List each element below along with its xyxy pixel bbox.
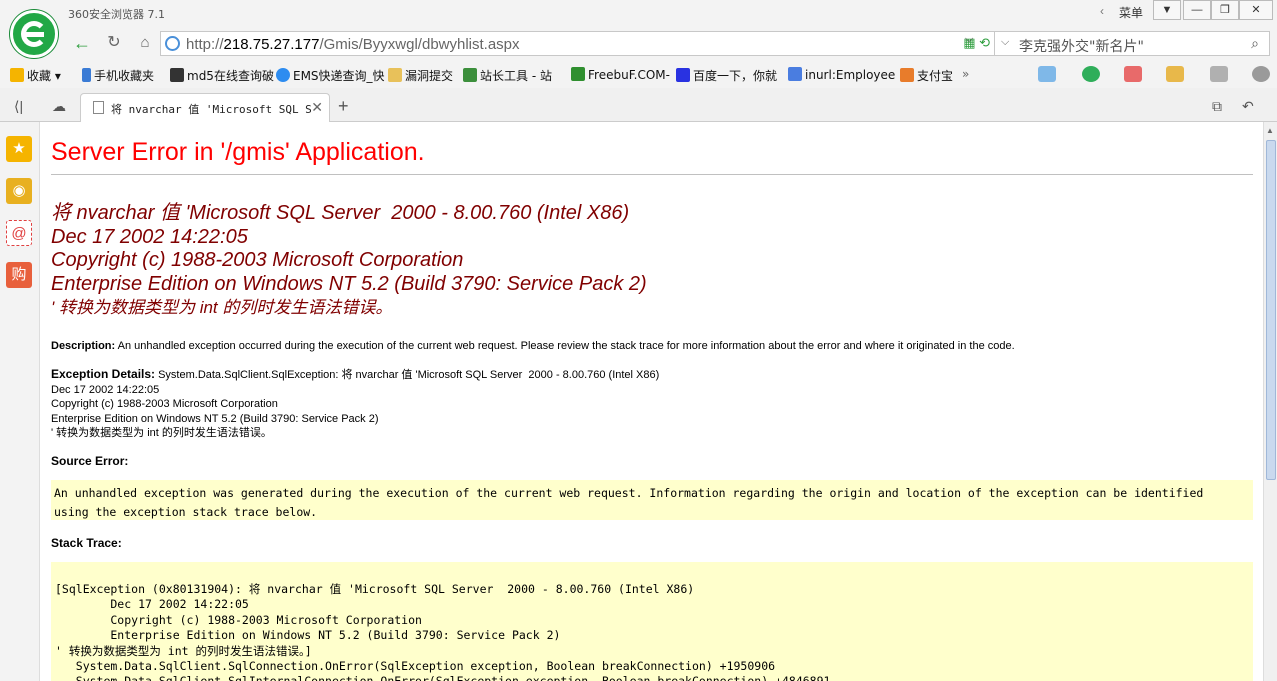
- scroll-up-icon[interactable]: ▲: [1266, 126, 1274, 135]
- source-error-heading: Source Error:: [51, 454, 129, 468]
- close-icon: ✕: [1251, 4, 1261, 16]
- tab-active[interactable]: 将 nvarchar 值 'Microsoft SQL Server ✕: [80, 93, 330, 122]
- undo-close-icon[interactable]: ↶: [1242, 98, 1254, 115]
- error-heading: 将 nvarchar 值 'Microsoft SQL Server 2000 …: [51, 202, 647, 317]
- divider: [51, 174, 1253, 175]
- page-info-icon[interactable]: [165, 36, 180, 51]
- bookmark-inurl[interactable]: inurl:Employee: [788, 67, 895, 82]
- source-error-box: An unhandled exception was generated dur…: [51, 480, 1253, 520]
- url-text: http://218.75.27.177/Gmis/Byyxwgl/dbwyhl…: [186, 36, 520, 53]
- chevron-left-icon[interactable]: ‹: [1100, 4, 1104, 18]
- minimize-button[interactable]: —: [1183, 0, 1211, 20]
- scrollbar-thumb[interactable]: [1266, 140, 1276, 480]
- bookmark-mobile[interactable]: 手机收藏夹: [82, 67, 154, 84]
- folder-icon: [388, 68, 402, 82]
- sidebar-shopping[interactable]: 购: [6, 262, 32, 288]
- search-text: 李克强外交"新名片": [1019, 39, 1144, 55]
- phone-icon: [82, 68, 91, 82]
- grid-icon: [170, 68, 184, 82]
- stack-trace-box: [SqlException (0x80131904): 将 nvarchar 值…: [51, 562, 1253, 681]
- shield-icon: [900, 68, 914, 82]
- zoom-icon[interactable]: [1252, 66, 1270, 82]
- skin-button[interactable]: ▼: [1153, 0, 1181, 20]
- bookmark-md5[interactable]: md5在线查询破: [170, 67, 274, 84]
- adblock-icon[interactable]: [1124, 66, 1142, 82]
- sidebar-favorites[interactable]: ★: [6, 136, 32, 162]
- search-engine-dropdown[interactable]: ⌵: [1001, 36, 1009, 49]
- double-chevron-icon: »: [962, 67, 970, 81]
- shopping-icon: 购: [11, 266, 27, 283]
- exception-details: Exception Details: System.Data.SqlClient…: [51, 367, 660, 439]
- menu-button[interactable]: 菜单: [1119, 4, 1143, 21]
- url-input[interactable]: http://218.75.27.177/Gmis/Byyxwgl/dbwyhl…: [160, 31, 995, 56]
- page-title: Server Error in '/gmis' Application.: [51, 138, 425, 166]
- paw-icon: [676, 68, 690, 82]
- app-title: 360安全浏览器 7.1: [68, 8, 165, 21]
- back-button[interactable]: ←: [68, 31, 96, 55]
- close-window-button[interactable]: ✕: [1239, 0, 1273, 20]
- cloud-icon[interactable]: ☁: [52, 98, 66, 115]
- bookmark-alipay[interactable]: 支付宝: [900, 67, 953, 84]
- title-bar: 360安全浏览器 7.1 ‹ 菜单 ▼ — ❐ ✕: [0, 0, 1277, 26]
- new-tab-button[interactable]: +: [338, 96, 349, 117]
- vertical-scrollbar[interactable]: ▲: [1263, 122, 1277, 681]
- sidebar-weibo[interactable]: ◉: [6, 178, 32, 204]
- google-icon: [788, 67, 802, 81]
- sidebar-mail[interactable]: @: [6, 220, 32, 246]
- games-icon[interactable]: [1166, 66, 1184, 82]
- search-icon[interactable]: ⌕: [1251, 35, 1259, 52]
- mail-icon: @: [11, 225, 27, 242]
- description: Description: An unhandled exception occu…: [51, 340, 1015, 352]
- document-icon: [93, 101, 104, 114]
- bookmark-webmaster[interactable]: 站长工具 - 站: [463, 67, 552, 84]
- bookmark-freebuf[interactable]: FreebuF.COM-: [571, 67, 670, 82]
- shirt-icon: ▼: [1161, 4, 1173, 16]
- bookmarks-overflow[interactable]: »: [962, 67, 969, 81]
- stack-trace-heading: Stack Trace:: [51, 536, 122, 550]
- tab-title: 将 nvarchar 值 'Microsoft SQL Server: [111, 103, 311, 116]
- browser-logo[interactable]: [10, 10, 58, 58]
- chart-icon: [463, 68, 477, 82]
- search-input[interactable]: ⌵ 李克强外交"新名片" ⌕: [994, 31, 1270, 56]
- tab-close-icon[interactable]: ✕: [311, 99, 323, 116]
- screenshot-icon[interactable]: [1210, 66, 1228, 82]
- star-icon: ★: [12, 140, 26, 157]
- maximize-button[interactable]: ❐: [1211, 0, 1239, 20]
- globe-icon: [276, 68, 290, 82]
- minimize-icon: —: [1191, 4, 1203, 16]
- page-content: Server Error in '/gmis' Application. 将 n…: [41, 122, 1263, 681]
- bookmark-baidu[interactable]: 百度一下，你就: [676, 67, 777, 84]
- sidebar: ★ ◉ @ 购: [0, 122, 40, 681]
- security-shield-icon[interactable]: [1082, 66, 1100, 82]
- bookmark-favorites[interactable]: 收藏 ▾: [10, 67, 61, 84]
- home-button[interactable]: ⌂: [133, 31, 157, 55]
- apps-icon[interactable]: [1038, 66, 1056, 82]
- bookmark-vuln[interactable]: 漏洞提交: [388, 67, 453, 84]
- freebuf-icon: [571, 67, 585, 81]
- url-history-dropdown[interactable]: ⌵: [965, 33, 973, 46]
- reload-button[interactable]: ↻: [102, 31, 126, 55]
- bookmark-ems[interactable]: EMS快递查询_快: [276, 67, 385, 84]
- tab-restore-icon[interactable]: ⧉: [1212, 98, 1222, 115]
- maximize-icon: ❐: [1220, 4, 1230, 16]
- star-icon: [10, 68, 24, 82]
- tab-list-icon[interactable]: ⟨|: [14, 98, 23, 115]
- weibo-icon: ◉: [12, 182, 26, 199]
